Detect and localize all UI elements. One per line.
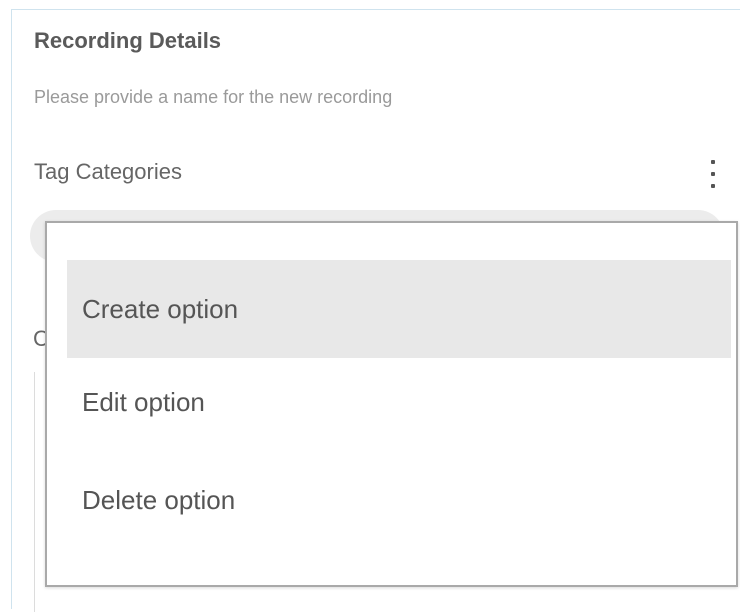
kebab-dot — [711, 160, 715, 164]
kebab-dot — [711, 172, 715, 176]
menu-item-edit-option[interactable]: Edit option — [67, 353, 731, 451]
options-menu: Create option Edit option Delete option — [45, 221, 738, 587]
tag-categories-label: Tag Categories — [34, 159, 182, 184]
kebab-dot — [711, 184, 715, 188]
panel-title: Recording Details — [34, 28, 222, 53]
more-vertical-icon[interactable] — [703, 158, 723, 190]
panel-subtitle: Please provide a name for the new record… — [34, 87, 393, 107]
menu-item-create-option[interactable]: Create option — [67, 260, 731, 358]
menu-item-delete-option[interactable]: Delete option — [67, 451, 731, 549]
